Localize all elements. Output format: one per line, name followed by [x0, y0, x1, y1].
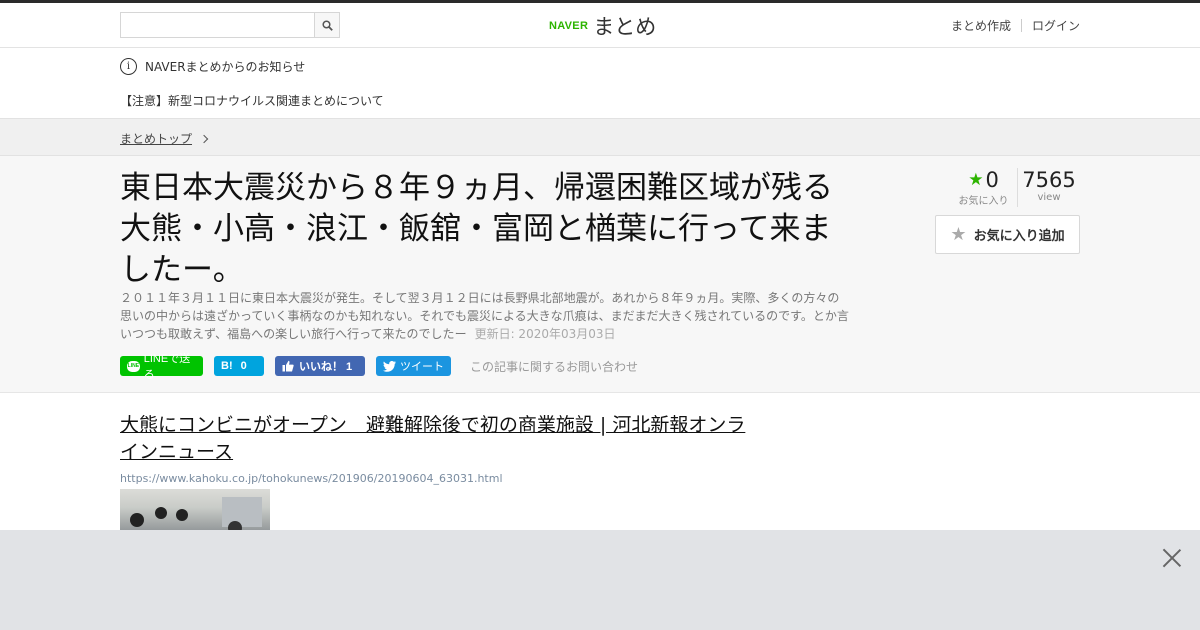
- favorite-label: お気に入り: [958, 196, 1009, 207]
- search-icon: [321, 19, 333, 31]
- hatena-icon: B!: [221, 360, 233, 372]
- matome-description: ２０１１年３月１１日に東日本大震災が発生。そして翌３月１２日には長野県北部地震が…: [120, 289, 850, 343]
- facebook-like-button[interactable]: いいね！ 1: [275, 356, 365, 376]
- notice-area: i NAVERまとめからのお知らせ 【注意】新型コロナウイルス関連まとめについて: [0, 48, 1200, 118]
- article-thumbnail[interactable]: [120, 489, 270, 535]
- favorite-count: ★ 0 お気に入り: [950, 168, 1018, 207]
- star-icon: ★: [950, 224, 967, 245]
- bottom-ad-overlay: [0, 530, 1200, 630]
- notice-link[interactable]: 【注意】新型コロナウイルス関連まとめについて: [120, 92, 384, 109]
- article-title-link[interactable]: 大熊にコンビニがオープン 避難解除後で初の商業施設 | 河北新報オンラインニュー…: [120, 412, 760, 466]
- share-bar: LINE LINEで送る B! 0 いいね！ 1 ツイート この記事に関するお問…: [120, 353, 638, 381]
- twitter-tweet-button[interactable]: ツイート: [376, 356, 451, 376]
- search-button[interactable]: [314, 13, 339, 37]
- favorite-number: 0: [985, 168, 999, 192]
- login-link[interactable]: ログイン: [1032, 17, 1080, 34]
- page-title: 東日本大震災から８年９ヵ月、帰還困難区域が残る大熊・小高・浪江・飯舘・富岡と楢葉…: [120, 170, 833, 288]
- updated-date: 更新日: 2020年03月03日: [474, 327, 616, 341]
- line-share-button[interactable]: LINE LINEで送る: [120, 353, 203, 381]
- close-icon[interactable]: [1162, 548, 1182, 568]
- star-icon: ★: [968, 170, 984, 190]
- thumbs-up-icon: [282, 360, 294, 372]
- thumbnail-shelf: [222, 497, 262, 527]
- site-header: NAVER まとめ まとめ作成 ログイン: [0, 3, 1200, 48]
- breadcrumb-top-link[interactable]: まとめトップ: [120, 130, 192, 147]
- add-favorite-label: お気に入り追加: [973, 229, 1065, 244]
- thumbnail-person: [155, 507, 167, 519]
- notice-heading: i NAVERまとめからのお知らせ: [120, 58, 305, 75]
- matome-header: 東日本大震災から８年９ヵ月、帰還困難区域が残る大熊・小高・浪江・飯舘・富岡と楢葉…: [0, 156, 1200, 393]
- inquiry-link[interactable]: この記事に関するお問い合わせ: [470, 358, 638, 375]
- add-favorite-button[interactable]: ★ お気に入り追加: [935, 215, 1080, 254]
- divider: [1020, 19, 1022, 32]
- info-icon: i: [120, 58, 137, 75]
- thumbnail-person: [130, 513, 144, 527]
- line-icon: LINE: [127, 360, 140, 372]
- view-number: 7565: [1022, 168, 1076, 192]
- search-box: [120, 12, 340, 38]
- article-link-card: 大熊にコンビニがオープン 避難解除後で初の商業施設 | 河北新報オンラインニュー…: [120, 412, 760, 535]
- facebook-like-label: いいね！ 1: [299, 361, 353, 373]
- view-label: view: [1037, 192, 1061, 203]
- line-share-label: LINEで送る: [143, 353, 191, 381]
- thumbnail-person: [176, 509, 188, 521]
- twitter-bird-icon: [383, 360, 396, 372]
- logo-matome: まとめ: [593, 15, 657, 39]
- header-links: まとめ作成 ログイン: [951, 17, 1080, 34]
- hatena-count: 0: [240, 360, 247, 372]
- view-count: 7565 view: [1018, 168, 1080, 207]
- create-matome-link[interactable]: まとめ作成: [951, 17, 1011, 34]
- tweet-label: ツイート: [400, 361, 444, 373]
- logo-naver: NAVER: [549, 20, 589, 32]
- article-url[interactable]: https://www.kahoku.co.jp/tohokunews/2019…: [120, 472, 760, 485]
- chevron-right-icon: [199, 134, 209, 143]
- site-logo[interactable]: NAVER まとめ: [549, 11, 656, 41]
- matome-stats: ★ 0 お気に入り 7565 view: [950, 168, 1080, 207]
- search-input[interactable]: [121, 13, 314, 37]
- breadcrumb: まとめトップ: [0, 118, 1200, 156]
- hatena-bookmark-button[interactable]: B! 0: [214, 356, 264, 376]
- notice-heading-text: NAVERまとめからのお知らせ: [145, 60, 306, 74]
